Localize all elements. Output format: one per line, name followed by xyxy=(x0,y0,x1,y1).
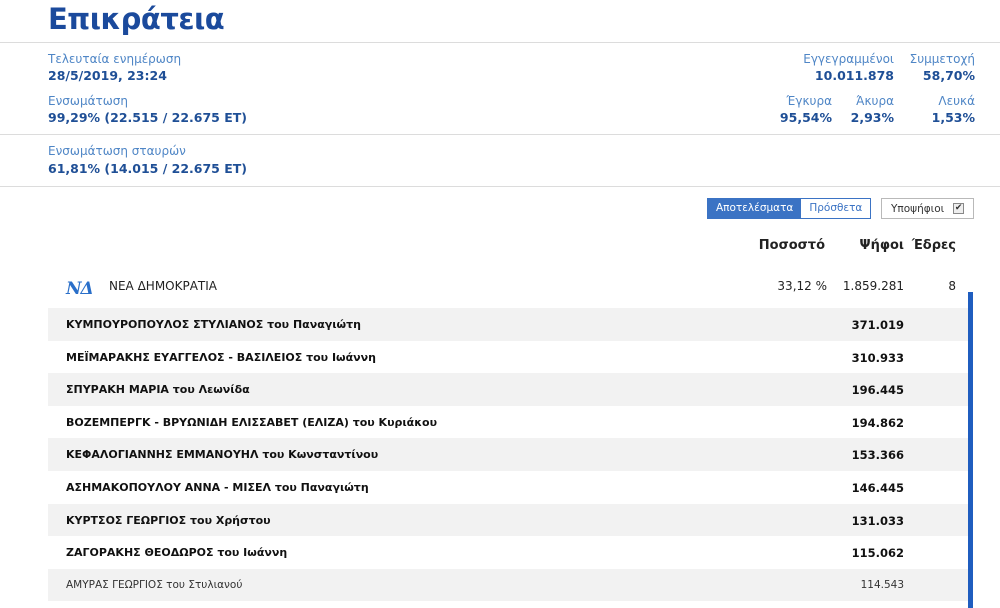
party-seats: 8 xyxy=(948,279,956,293)
candidate-name: ΚΥΡΤΣΟΣ ΓΕΩΡΓΙΟΣ του Χρήστου xyxy=(66,513,271,527)
candidate-row: ΖΑΓΟΡΑΚΗΣ ΘΕΟΔΩΡΟΣ του Ιωάννη 115.062 xyxy=(48,536,968,569)
candidate-votes: 153.366 xyxy=(851,448,904,463)
turnout-label: Συμμετοχή xyxy=(909,52,975,66)
cross-integration-value: 61,81% (14.015 / 22.675 ΕΤ) xyxy=(48,161,247,176)
candidate-name: ΚΥΜΠΟΥΡΟΠΟΥΛΟΣ ΣΤΥΛΙΑΝΟΣ του Παναγιώτη xyxy=(66,318,361,331)
candidate-row: ΒΟΖΕΜΠΕΡΓΚ - ΒΡΥΩΝΙΔΗ ΕΛΙΣΣΑΒΕΤ (ΕΛΙΖΑ) … xyxy=(48,406,968,439)
cross-integration-label: Ενσωμάτωση σταυρών xyxy=(48,144,186,158)
valid-label: Έγκυρα xyxy=(786,94,832,108)
candidate-row: ΑΜΥΡΑΣ ΓΕΩΡΓΙΟΣ του Στυλιανού 114.543 xyxy=(48,568,968,602)
blank-label: Λευκά xyxy=(938,94,975,108)
candidate-name: ΚΕΦΑΛΟΓΙΑΝΝΗΣ ΕΜΜΑΝΟΥΗΛ του Κωνσταντίνου xyxy=(66,448,379,462)
blank-value: 1,53% xyxy=(931,110,975,125)
candidate-row: ΑΣΗΜΑΚΟΠΟΥΛΟΥ ΑΝΝΑ - ΜΙΣΕΛ του Παναγιώτη… xyxy=(48,471,968,504)
column-header-votes: Ψήφοι xyxy=(859,238,904,253)
candidate-votes: 146.445 xyxy=(851,480,904,495)
candidate-row: ΚΕΦΑΛΟΓΙΑΝΝΗΣ ΕΜΜΑΝΟΥΗΛ του Κωνσταντίνου… xyxy=(48,438,968,471)
column-header-percent: Ποσοστό xyxy=(758,238,825,253)
view-tabs: Αποτελέσματα Πρόσθετα xyxy=(707,198,872,219)
registered-label: Εγγεγραμμένοι xyxy=(803,52,894,66)
candidate-row: ΣΠΥΡΑΚΗ ΜΑΡΙΑ του Λεωνίδα 196.445 xyxy=(48,373,968,406)
party-votes: 1.859.281 xyxy=(842,279,904,293)
nd-party-logo-icon: ΝΔ xyxy=(66,279,94,299)
divider xyxy=(0,42,1000,43)
column-header-seats: Έδρες xyxy=(911,238,956,253)
integration-label: Ενσωμάτωση xyxy=(48,94,128,108)
candidate-name: ΑΣΗΜΑΚΟΠΟΥΛΟΥ ΑΝΝΑ - ΜΙΣΕΛ του Παναγιώτη xyxy=(66,480,369,494)
party-color-bar xyxy=(968,292,973,608)
party-name: ΝΕΑ ΔΗΜΟΚΡΑΤΙΑ xyxy=(109,279,218,293)
divider xyxy=(0,186,1000,187)
divider xyxy=(0,134,1000,135)
candidate-votes: 194.862 xyxy=(851,415,904,430)
invalid-value: 2,93% xyxy=(850,110,894,125)
candidate-list: ΚΥΜΠΟΥΡΟΠΟΥΛΟΣ ΣΤΥΛΙΑΝΟΣ του Παναγιώτη 3… xyxy=(48,308,968,602)
candidate-votes: 371.019 xyxy=(851,318,904,332)
page-title: Επικράτεια xyxy=(48,2,225,36)
candidates-toggle-label: Υποψήφιοι xyxy=(891,202,945,215)
candidate-row: ΜΕΪΜΑΡΑΚΗΣ ΕΥΑΓΓΕΛΟΣ - ΒΑΣΙΛΕΙΟΣ του Ιωά… xyxy=(48,341,968,374)
candidate-name: ΑΜΥΡΑΣ ΓΕΩΡΓΙΟΣ του Στυλιανού xyxy=(66,578,243,591)
candidate-votes: 114.543 xyxy=(860,578,904,591)
candidate-votes: 115.062 xyxy=(851,546,904,561)
candidate-name: ΜΕΪΜΑΡΑΚΗΣ ΕΥΑΓΓΕΛΟΣ - ΒΑΣΙΛΕΙΟΣ του Ιωά… xyxy=(66,350,376,364)
last-update-label: Τελευταία ενημέρωση xyxy=(48,52,182,66)
tab-results[interactable]: Αποτελέσματα xyxy=(708,199,802,218)
registered-value: 10.011.878 xyxy=(814,68,894,83)
candidate-votes: 310.933 xyxy=(851,350,904,365)
last-update-value: 28/5/2019, 23:24 xyxy=(48,68,167,83)
valid-value: 95,54% xyxy=(779,110,832,125)
tab-extra[interactable]: Πρόσθετα xyxy=(801,199,871,218)
party-row[interactable]: ΝΔ ΝΕΑ ΔΗΜΟΚΡΑΤΙΑ 33,12 % 1.859.281 8 xyxy=(48,268,968,306)
candidate-name: ΣΠΥΡΑΚΗ ΜΑΡΙΑ του Λεωνίδα xyxy=(66,383,250,397)
candidate-votes: 131.033 xyxy=(851,513,904,528)
integration-value: 99,29% (22.515 / 22.675 ΕΤ) xyxy=(48,110,247,125)
candidate-name: ΒΟΖΕΜΠΕΡΓΚ - ΒΡΥΩΝΙΔΗ ΕΛΙΣΣΑΒΕΤ (ΕΛΙΖΑ) … xyxy=(66,415,438,429)
candidate-row: ΚΥΜΠΟΥΡΟΠΟΥΛΟΣ ΣΤΥΛΙΑΝΟΣ του Παναγιώτη 3… xyxy=(48,308,968,341)
invalid-label: Άκυρα xyxy=(856,94,894,108)
party-percent: 33,12 % xyxy=(777,279,827,293)
candidates-checkbox[interactable]: ✔ xyxy=(953,203,965,214)
turnout-value: 58,70% xyxy=(922,68,975,83)
candidates-toggle[interactable]: Υποψήφιοι ✔ xyxy=(881,198,974,219)
candidate-row: ΚΥΡΤΣΟΣ ΓΕΩΡΓΙΟΣ του Χρήστου 131.033 xyxy=(48,503,968,537)
candidate-name: ΖΑΓΟΡΑΚΗΣ ΘΕΟΔΩΡΟΣ του Ιωάννη xyxy=(66,546,288,560)
candidate-votes: 196.445 xyxy=(851,383,904,398)
